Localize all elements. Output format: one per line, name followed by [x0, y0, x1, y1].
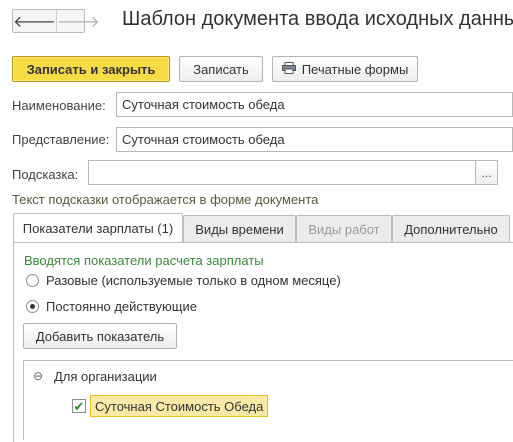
name-label: Наименование: — [12, 98, 106, 113]
save-button[interactable]: Записать — [179, 56, 263, 82]
hint-input[interactable] — [88, 160, 476, 185]
tab-additional[interactable]: Дополнительно — [392, 215, 510, 243]
tree-item-label: Суточная Стоимость Обеда — [95, 398, 264, 414]
radio-one-time[interactable] — [26, 274, 39, 287]
option-permanent-label: Постоянно действующие — [46, 299, 197, 314]
tab-work-types[interactable]: Виды работ — [296, 215, 392, 243]
print-forms-label: Печатные формы — [301, 61, 409, 77]
history-nav: 🡐 🡒 — [12, 9, 100, 33]
section-label: Вводятся показатели расчета зарплаты — [24, 253, 264, 268]
tree-group-label: Для организации — [54, 369, 157, 384]
back-arrow-icon[interactable]: 🡐 — [13, 10, 56, 32]
hint-note: Текст подсказки отображается в форме док… — [12, 192, 319, 207]
tab-salary-indicators[interactable]: Показатели зарплаты (1) — [13, 213, 183, 243]
collapse-icon[interactable]: ⊖ — [33, 369, 43, 383]
tree-item[interactable]: Суточная Стоимость Обеда — [90, 395, 269, 417]
radio-permanent[interactable] — [26, 300, 39, 313]
presentation-input[interactable]: Суточная стоимость обеда — [116, 127, 513, 152]
checkmark-icon: ✔ — [73, 398, 85, 414]
hint-select-button[interactable]: ... — [476, 160, 498, 185]
hint-label: Подсказка: — [12, 167, 79, 182]
item-checkbox[interactable]: ✔ — [72, 399, 86, 413]
name-input[interactable]: Суточная стоимость обеда — [116, 92, 513, 117]
option-one-time-label: Разовые (используемые только в одном мес… — [46, 273, 341, 288]
presentation-label: Представление: — [12, 132, 110, 147]
window-title: Шаблон документа ввода исходных данных — [122, 8, 513, 30]
print-forms-button[interactable]: Печатные формы — [272, 56, 418, 82]
tab-time-types[interactable]: Виды времени — [183, 215, 296, 243]
forward-arrow-icon[interactable]: 🡒 — [55, 10, 100, 32]
printer-icon — [281, 61, 296, 77]
save-and-close-button[interactable]: Записать и закрыть — [12, 56, 170, 82]
add-indicator-button[interactable]: Добавить показатель — [23, 323, 177, 349]
